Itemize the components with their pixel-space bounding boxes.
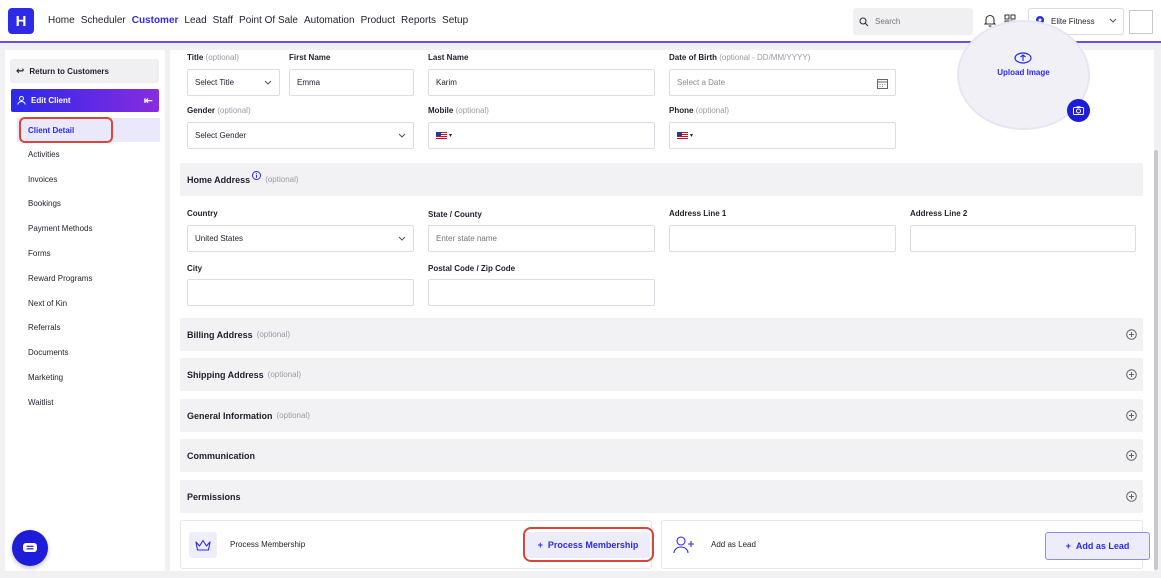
postal-code-label: Postal Code / Zip Code xyxy=(428,264,516,273)
nav-staff[interactable]: Staff xyxy=(213,15,233,26)
sidebar-item-activities[interactable]: Activities xyxy=(5,142,165,167)
title-select[interactable]: Select Title xyxy=(187,69,280,96)
chevron-down-icon xyxy=(398,133,406,138)
address-line-2-label: Address Line 2 xyxy=(910,209,968,218)
nav-automation[interactable]: Automation xyxy=(304,15,355,26)
user-avatar[interactable] xyxy=(1129,10,1153,34)
mobile-label: Mobile (optional) xyxy=(428,106,489,115)
mobile-field[interactable]: ▾ xyxy=(428,122,655,149)
edit-client-label: Edit Client xyxy=(31,96,71,105)
location-name: Elite Fitness xyxy=(1051,17,1095,26)
city-label: City xyxy=(187,264,203,273)
city-field[interactable] xyxy=(187,279,414,306)
add-as-lead-card: Add as Lead + Add as Lead xyxy=(661,520,1150,569)
dob-field[interactable]: Select a Date xyxy=(669,69,896,96)
sidebar-item-payment-methods[interactable]: Payment Methods xyxy=(5,216,165,241)
sidebar-menu: Client Detail Activities Invoices Bookin… xyxy=(5,118,165,415)
state-field[interactable] xyxy=(428,225,655,252)
client-detail-form: Title (optional) Select Title First Name… xyxy=(170,20,1154,571)
billing-address-section[interactable]: Billing Address (optional) xyxy=(180,318,1143,351)
postal-code-field[interactable] xyxy=(428,279,655,306)
permissions-section[interactable]: Permissions xyxy=(180,480,1143,513)
add-as-lead-button[interactable]: + Add as Lead xyxy=(1045,532,1150,560)
expand-plus-icon[interactable] xyxy=(1126,329,1137,340)
add-user-icon xyxy=(670,532,698,558)
upload-image-label: Upload Image xyxy=(997,68,1050,77)
phone-label: Phone (optional) xyxy=(669,106,730,115)
camera-icon xyxy=(1073,106,1084,115)
info-icon[interactable] xyxy=(252,171,262,180)
home-address-header: Home Address (optional) xyxy=(180,163,1143,196)
chevron-down-icon xyxy=(398,236,406,241)
us-flag-icon[interactable]: ▾ xyxy=(436,132,452,139)
crown-icon xyxy=(189,532,217,558)
sidebar-item-invoices[interactable]: Invoices xyxy=(5,167,165,192)
camera-button[interactable] xyxy=(1067,99,1090,122)
state-label: State / County xyxy=(428,210,482,219)
chevron-down-icon xyxy=(1109,18,1117,23)
expand-plus-icon[interactable] xyxy=(1126,410,1137,421)
sidebar-item-bookings[interactable]: Bookings xyxy=(5,192,165,217)
sidebar-item-documents[interactable]: Documents xyxy=(5,340,165,365)
general-information-section[interactable]: General Information (optional) xyxy=(180,399,1143,432)
sidebar-item-referrals[interactable]: Referrals xyxy=(5,316,165,341)
gender-select[interactable]: Select Gender xyxy=(187,122,414,149)
shipping-address-section[interactable]: Shipping Address (optional) xyxy=(180,358,1143,391)
nav-point-of-sale[interactable]: Point Of Sale xyxy=(239,15,298,26)
expand-plus-icon[interactable] xyxy=(1126,369,1137,380)
return-to-customers-button[interactable]: ↩ Return to Customers xyxy=(10,59,159,83)
process-membership-highlight xyxy=(523,527,654,562)
edit-client-header: Edit Client ⇤ xyxy=(11,89,159,112)
search-icon xyxy=(859,16,869,26)
country-label: Country xyxy=(187,209,218,218)
address-line-2-field[interactable] xyxy=(910,225,1136,252)
search-input[interactable] xyxy=(875,17,965,26)
expand-plus-icon[interactable] xyxy=(1126,491,1137,502)
sidebar-item-forms[interactable]: Forms xyxy=(5,241,165,266)
first-name-field[interactable]: Emma xyxy=(289,69,414,96)
upload-icon xyxy=(1014,52,1032,64)
nav-customer[interactable]: Customer xyxy=(132,15,179,26)
search-box[interactable] xyxy=(853,8,973,35)
gender-label: Gender (optional) xyxy=(187,106,251,115)
address-line-1-field[interactable] xyxy=(669,225,896,252)
user-icon xyxy=(17,96,26,105)
nav-setup[interactable]: Setup xyxy=(442,15,468,26)
nav-home[interactable]: Home xyxy=(48,15,75,26)
nav-reports[interactable]: Reports xyxy=(401,15,436,26)
return-label: Return to Customers xyxy=(29,66,109,76)
last-name-field[interactable]: Karim xyxy=(428,69,655,96)
title-label: Title (optional) xyxy=(187,53,239,62)
chat-icon xyxy=(23,543,37,552)
back-arrow-icon: ↩ xyxy=(16,65,25,77)
phone-field[interactable]: ▾ xyxy=(669,122,896,149)
sidebar-item-next-of-kin[interactable]: Next of Kin xyxy=(5,291,165,316)
app-logo[interactable]: H xyxy=(8,8,34,34)
sidebar-item-waitlist[interactable]: Waitlist xyxy=(5,390,165,415)
us-flag-icon[interactable]: ▾ xyxy=(677,132,693,139)
client-detail-highlight xyxy=(19,117,113,143)
scrollbar[interactable] xyxy=(1154,150,1158,570)
add-as-lead-title: Add as Lead xyxy=(711,540,756,549)
nav-product[interactable]: Product xyxy=(361,15,395,26)
sidebar-item-reward-programs[interactable]: Reward Programs xyxy=(5,266,165,291)
chevron-down-icon xyxy=(264,80,272,85)
last-name-label: Last Name xyxy=(428,53,469,62)
sidebar-item-marketing[interactable]: Marketing xyxy=(5,365,165,390)
plus-icon: + xyxy=(1065,541,1071,551)
nav-lead[interactable]: Lead xyxy=(184,15,206,26)
collapse-sidebar-icon[interactable]: ⇤ xyxy=(144,94,153,107)
country-select[interactable]: United States xyxy=(187,225,414,252)
communication-section[interactable]: Communication xyxy=(180,439,1143,472)
first-name-label: First Name xyxy=(289,53,331,62)
process-membership-title: Process Membership xyxy=(230,540,306,549)
chat-button[interactable] xyxy=(12,530,48,566)
dob-label: Date of Birth (optional - DD/MM/YYYY) xyxy=(669,53,811,62)
address-line-1-label: Address Line 1 xyxy=(669,209,727,218)
main-menu: Home Scheduler Customer Lead Staff Point… xyxy=(48,15,474,26)
calendar-icon[interactable] xyxy=(877,78,888,89)
process-membership-card: Process Membership + Process Membership xyxy=(180,520,654,569)
expand-plus-icon[interactable] xyxy=(1126,450,1137,461)
nav-scheduler[interactable]: Scheduler xyxy=(81,15,126,26)
